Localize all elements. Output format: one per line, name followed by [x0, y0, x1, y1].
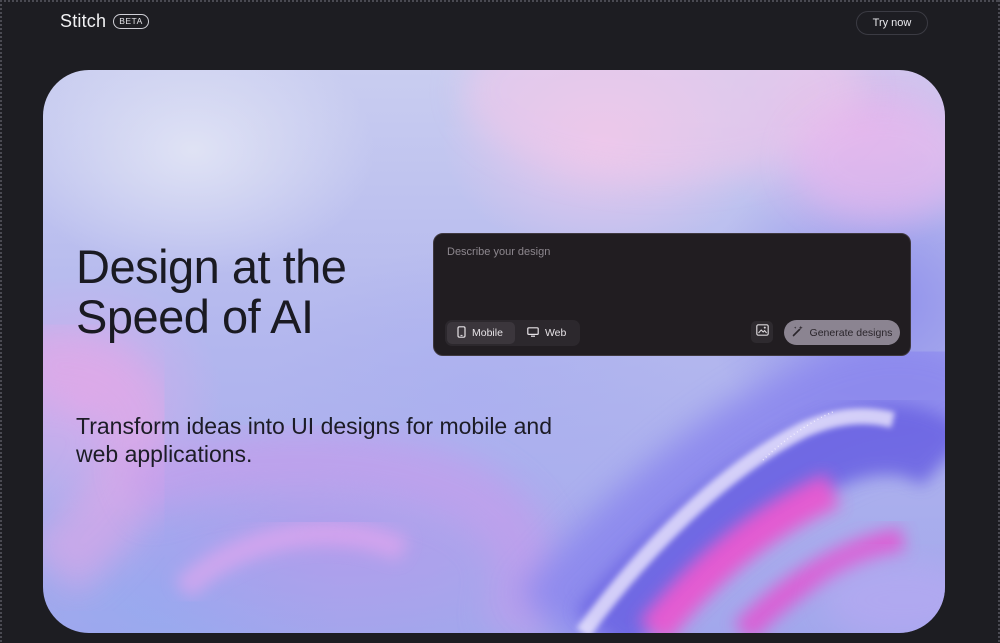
generate-designs-label: Generate designs: [809, 326, 893, 339]
upload-image-button[interactable]: [751, 321, 773, 343]
brand-logo[interactable]: Stitch BETA: [60, 11, 149, 32]
try-now-button[interactable]: Try now: [856, 11, 928, 35]
mode-mobile-label: Mobile: [472, 327, 503, 339]
generate-designs-button[interactable]: Generate designs: [784, 320, 900, 345]
hero-subheading: Transform ideas into UI designs for mobi…: [76, 412, 636, 468]
mode-web-button[interactable]: Web: [517, 322, 578, 344]
page: Stitch BETA Try now Design at the Speed …: [0, 0, 1000, 643]
headline-line-2: Speed of AI: [76, 290, 314, 343]
monitor-icon: [527, 326, 539, 340]
beta-badge: BETA: [113, 14, 149, 29]
headline-line-1: Design at the: [76, 240, 347, 293]
magic-wand-icon: [792, 325, 804, 340]
mode-mobile-button[interactable]: Mobile: [447, 322, 515, 344]
mode-web-label: Web: [544, 327, 567, 339]
subheading-line-1: Transform ideas into UI designs for mobi…: [76, 413, 552, 439]
brand-name: Stitch: [60, 11, 107, 31]
site-header: Stitch BETA Try now: [0, 0, 1000, 46]
hero-headline: Design at the Speed of AI: [76, 240, 347, 343]
design-prompt-box: Mobile Web Generate designs: [433, 233, 911, 356]
describe-design-input[interactable]: [445, 244, 899, 308]
device-type-toggle: Mobile Web: [445, 320, 581, 346]
subheading-line-2: web applications.: [76, 441, 253, 467]
hero-card: Design at the Speed of AI Transform ideas…: [43, 70, 945, 633]
window-left-edge: [0, 0, 2, 643]
image-icon: [755, 323, 769, 341]
mobile-phone-icon: [457, 325, 466, 341]
